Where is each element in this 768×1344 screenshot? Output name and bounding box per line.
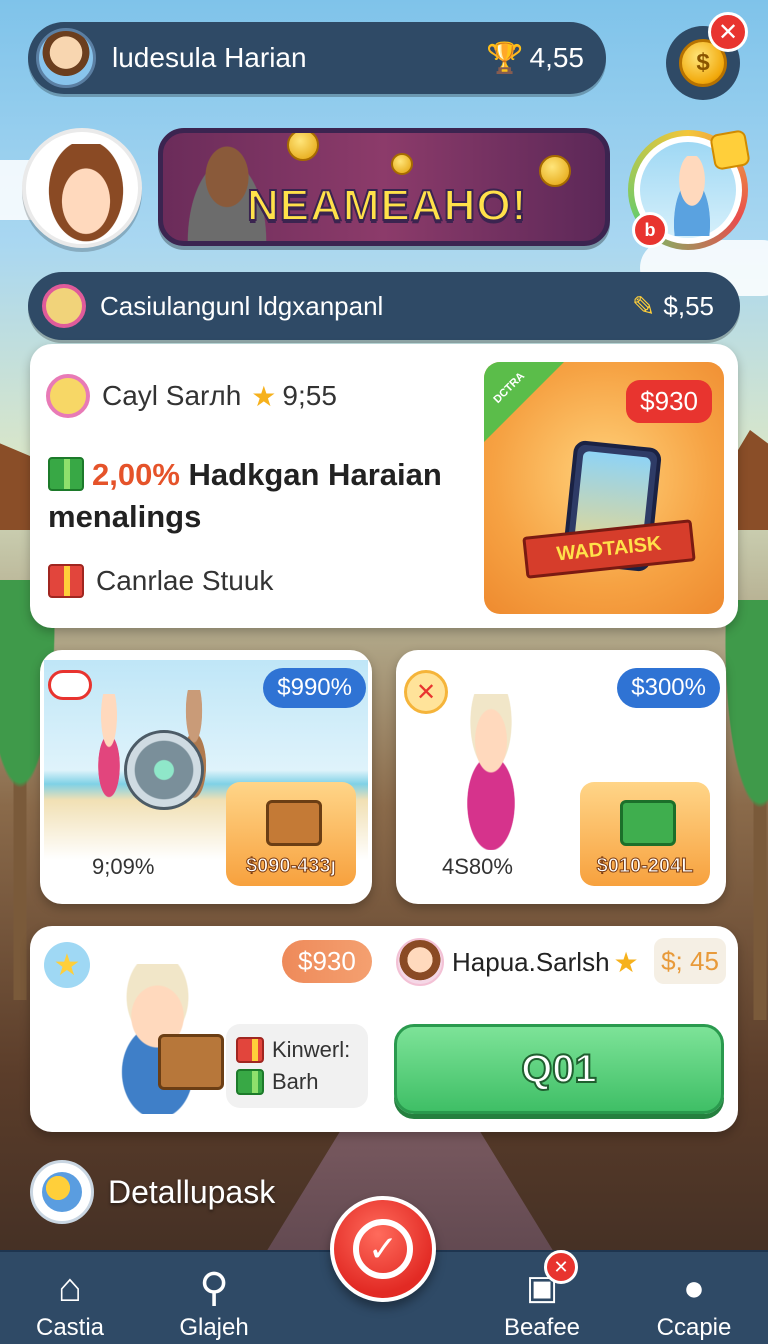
player-name: Cayl Sarлh — [102, 380, 242, 411]
gift-icon — [48, 457, 84, 491]
product-label: Canrlae Stuuk — [96, 565, 274, 596]
offer-card-beach[interactable]: $990% 9;09% $090-433ȷ — [40, 650, 372, 904]
top-status-bar: ludesula Harian 🏆 4,55 — [28, 22, 606, 94]
promo-tag-text: DCTRA — [491, 370, 528, 406]
go-button[interactable]: Q01 — [394, 1024, 724, 1114]
banner-text: NEAMEAHO! — [246, 180, 528, 231]
shield-icon — [124, 730, 204, 810]
center-action-button[interactable]: ✓ — [330, 1196, 436, 1302]
gift-icon — [48, 564, 84, 598]
gold-coin-icon — [391, 153, 413, 175]
featured-offer-card[interactable]: Cayl Sarлh ★ 9;55 2,00% Hadkgan Haraian … — [30, 344, 738, 628]
promo-image[interactable]: DCTRA $930 WADTAISK — [484, 362, 724, 614]
notification-badge: ✕ — [544, 1250, 578, 1284]
trophy-icon: 🏆 — [486, 41, 524, 75]
chest-icon — [266, 800, 322, 846]
discount-badge: $300% — [617, 668, 720, 708]
offer-price[interactable]: $930 — [282, 940, 372, 983]
player-name: Hapua.Sarlsh — [452, 946, 610, 977]
reward-box[interactable]: $010-204L — [580, 782, 710, 886]
player-avatar[interactable] — [36, 28, 96, 88]
user-icon: ● — [683, 1267, 705, 1308]
offer-percent: 2,00% — [92, 457, 180, 492]
player-score: 9;55 — [282, 380, 337, 411]
discount-badge: $990% — [263, 668, 366, 708]
chest-icon — [158, 1034, 224, 1090]
pencil-icon: ✎ — [631, 290, 656, 322]
chest-icon — [620, 800, 676, 846]
gift-icon — [236, 1069, 264, 1095]
event-banner[interactable]: NEAMEAHO! — [158, 128, 610, 246]
search-icon: ⚲ — [199, 1266, 229, 1310]
avatar — [396, 938, 444, 986]
list-item: Barh — [236, 1066, 358, 1098]
nav-item-profile[interactable]: ● Ccapie — [634, 1256, 754, 1342]
star-icon: ★ — [613, 946, 639, 978]
map-pin-icon — [30, 1160, 94, 1224]
nav-label: Beafee — [503, 1314, 581, 1341]
star-icon: ★ — [251, 380, 277, 412]
nav-label: Castia — [35, 1314, 105, 1341]
page-title: ludesula Harian — [112, 42, 307, 73]
character-illustration — [436, 694, 546, 850]
reward-box[interactable]: $090-433ȷ — [226, 782, 356, 886]
offer-headline: 2,00% Hadkgan Haraian menalings — [48, 454, 478, 538]
avatar-face — [44, 144, 128, 244]
reward-price: $090-433ȷ — [245, 855, 337, 878]
promo-price: $930 — [626, 380, 712, 423]
profile-avatar[interactable] — [22, 128, 142, 248]
gold-coin-icon — [287, 133, 319, 161]
collection-bar[interactable]: Casiulangunl ldgxanpanl ✎ $,55 — [28, 272, 740, 340]
reward-price: $010-204L — [596, 855, 694, 878]
offer-card-girl[interactable]: ✕ $300% 4S80% $010-204L — [396, 650, 726, 904]
currency-amount: 4,55 — [529, 42, 585, 73]
details-label: Detallupask — [108, 1173, 276, 1210]
nav-item-gallery[interactable]: ▣ Beafee — [482, 1256, 602, 1342]
promo-tag: DCTRA — [484, 362, 564, 442]
gift-icon — [709, 129, 751, 171]
list-item: Kinwerl: — [236, 1034, 358, 1066]
list-item-label: Kinwerl: — [272, 1037, 351, 1062]
nav-item-search[interactable]: ⚲ Glajeh — [154, 1256, 274, 1342]
list-item-label: Barh — [272, 1069, 319, 1094]
player-price: $; 45 — [654, 938, 726, 984]
promo-ribbon: WADTAISK — [522, 519, 696, 579]
close-icon[interactable]: ✕ — [708, 12, 748, 52]
nav-label: Ccapie — [656, 1314, 732, 1341]
home-icon: ⌂ — [57, 1265, 83, 1310]
offer-card-quest: ★ $930 Kinwerl: Barh Hapua.Sarlsh ★ $; 4… — [30, 926, 738, 1132]
collection-amount: $,55 — [663, 290, 714, 321]
friend-character — [664, 156, 720, 236]
medal-icon — [46, 374, 90, 418]
collection-title: Casiulangunl ldgxanpanl — [100, 290, 384, 321]
star-icon: ★ — [44, 942, 90, 988]
player-row: Cayl Sarлh ★ 9;55 — [46, 374, 337, 418]
map-pin-glyph — [42, 1172, 82, 1212]
reward-list: Kinwerl: Barh — [226, 1024, 368, 1108]
gift-icon — [236, 1037, 264, 1063]
nav-label: Glajeh — [179, 1314, 249, 1341]
details-link[interactable]: Detallupask — [30, 1160, 275, 1224]
nav-item-home[interactable]: ⌂ Castia — [10, 1256, 130, 1342]
friend-badge[interactable]: b — [632, 212, 668, 248]
gold-coin-icon — [539, 155, 571, 187]
product-row: Canrlae Stuuk — [48, 564, 273, 598]
offer-stat: 4S80% — [442, 854, 513, 879]
check-icon: ✓ — [353, 1219, 413, 1279]
player-row: Hapua.Sarlsh ★ — [396, 938, 639, 986]
offer-stat: 9;09% — [92, 854, 155, 879]
magnifier-icon — [42, 284, 86, 328]
